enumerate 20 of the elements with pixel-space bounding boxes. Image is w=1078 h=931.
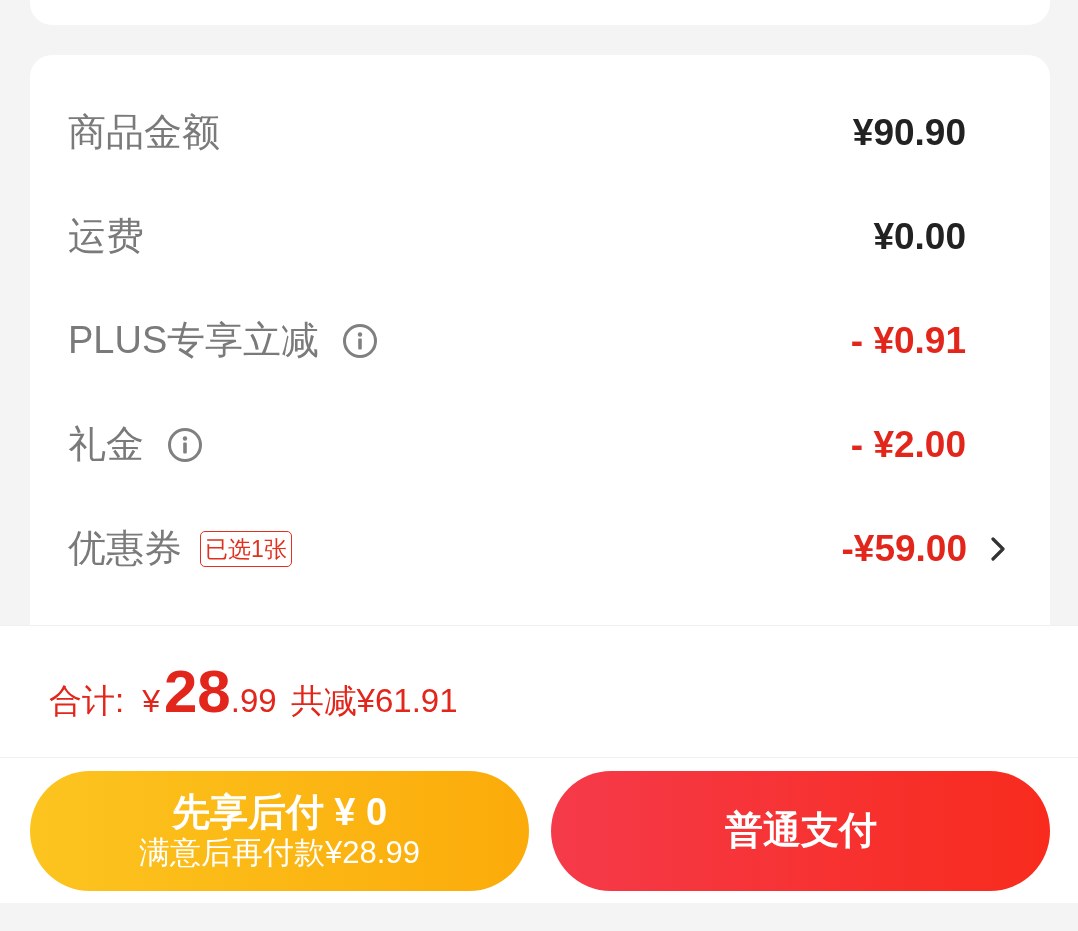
coupon-count-tag: 已选1张 [200, 530, 292, 568]
info-icon[interactable] [168, 428, 202, 462]
row-value: ¥90.90 [852, 110, 966, 155]
currency-sign: ¥ [142, 682, 160, 721]
row-value: -¥59.00 [841, 526, 967, 571]
row-value: - ¥0.91 [850, 318, 966, 363]
info-icon[interactable] [343, 324, 378, 358]
savings-text: 共减¥61.91 [290, 681, 458, 721]
row-value: ¥0.00 [873, 214, 966, 259]
row-value: - ¥2.00 [850, 422, 966, 467]
row-label: 礼金 [68, 422, 144, 468]
total-price-decimal: .99 [230, 681, 277, 721]
total-price-integer: 28 [163, 662, 231, 722]
pay-now-button[interactable]: 普通支付 [551, 771, 1050, 891]
row-label: 商品金额 [68, 110, 220, 156]
row-label: 运费 [68, 214, 144, 260]
total-label: 合计: [49, 681, 125, 721]
row-label: PLUS专享立减 [68, 318, 320, 364]
row-label: 优惠券 [68, 526, 182, 572]
chevron-right-icon[interactable] [991, 537, 1005, 561]
